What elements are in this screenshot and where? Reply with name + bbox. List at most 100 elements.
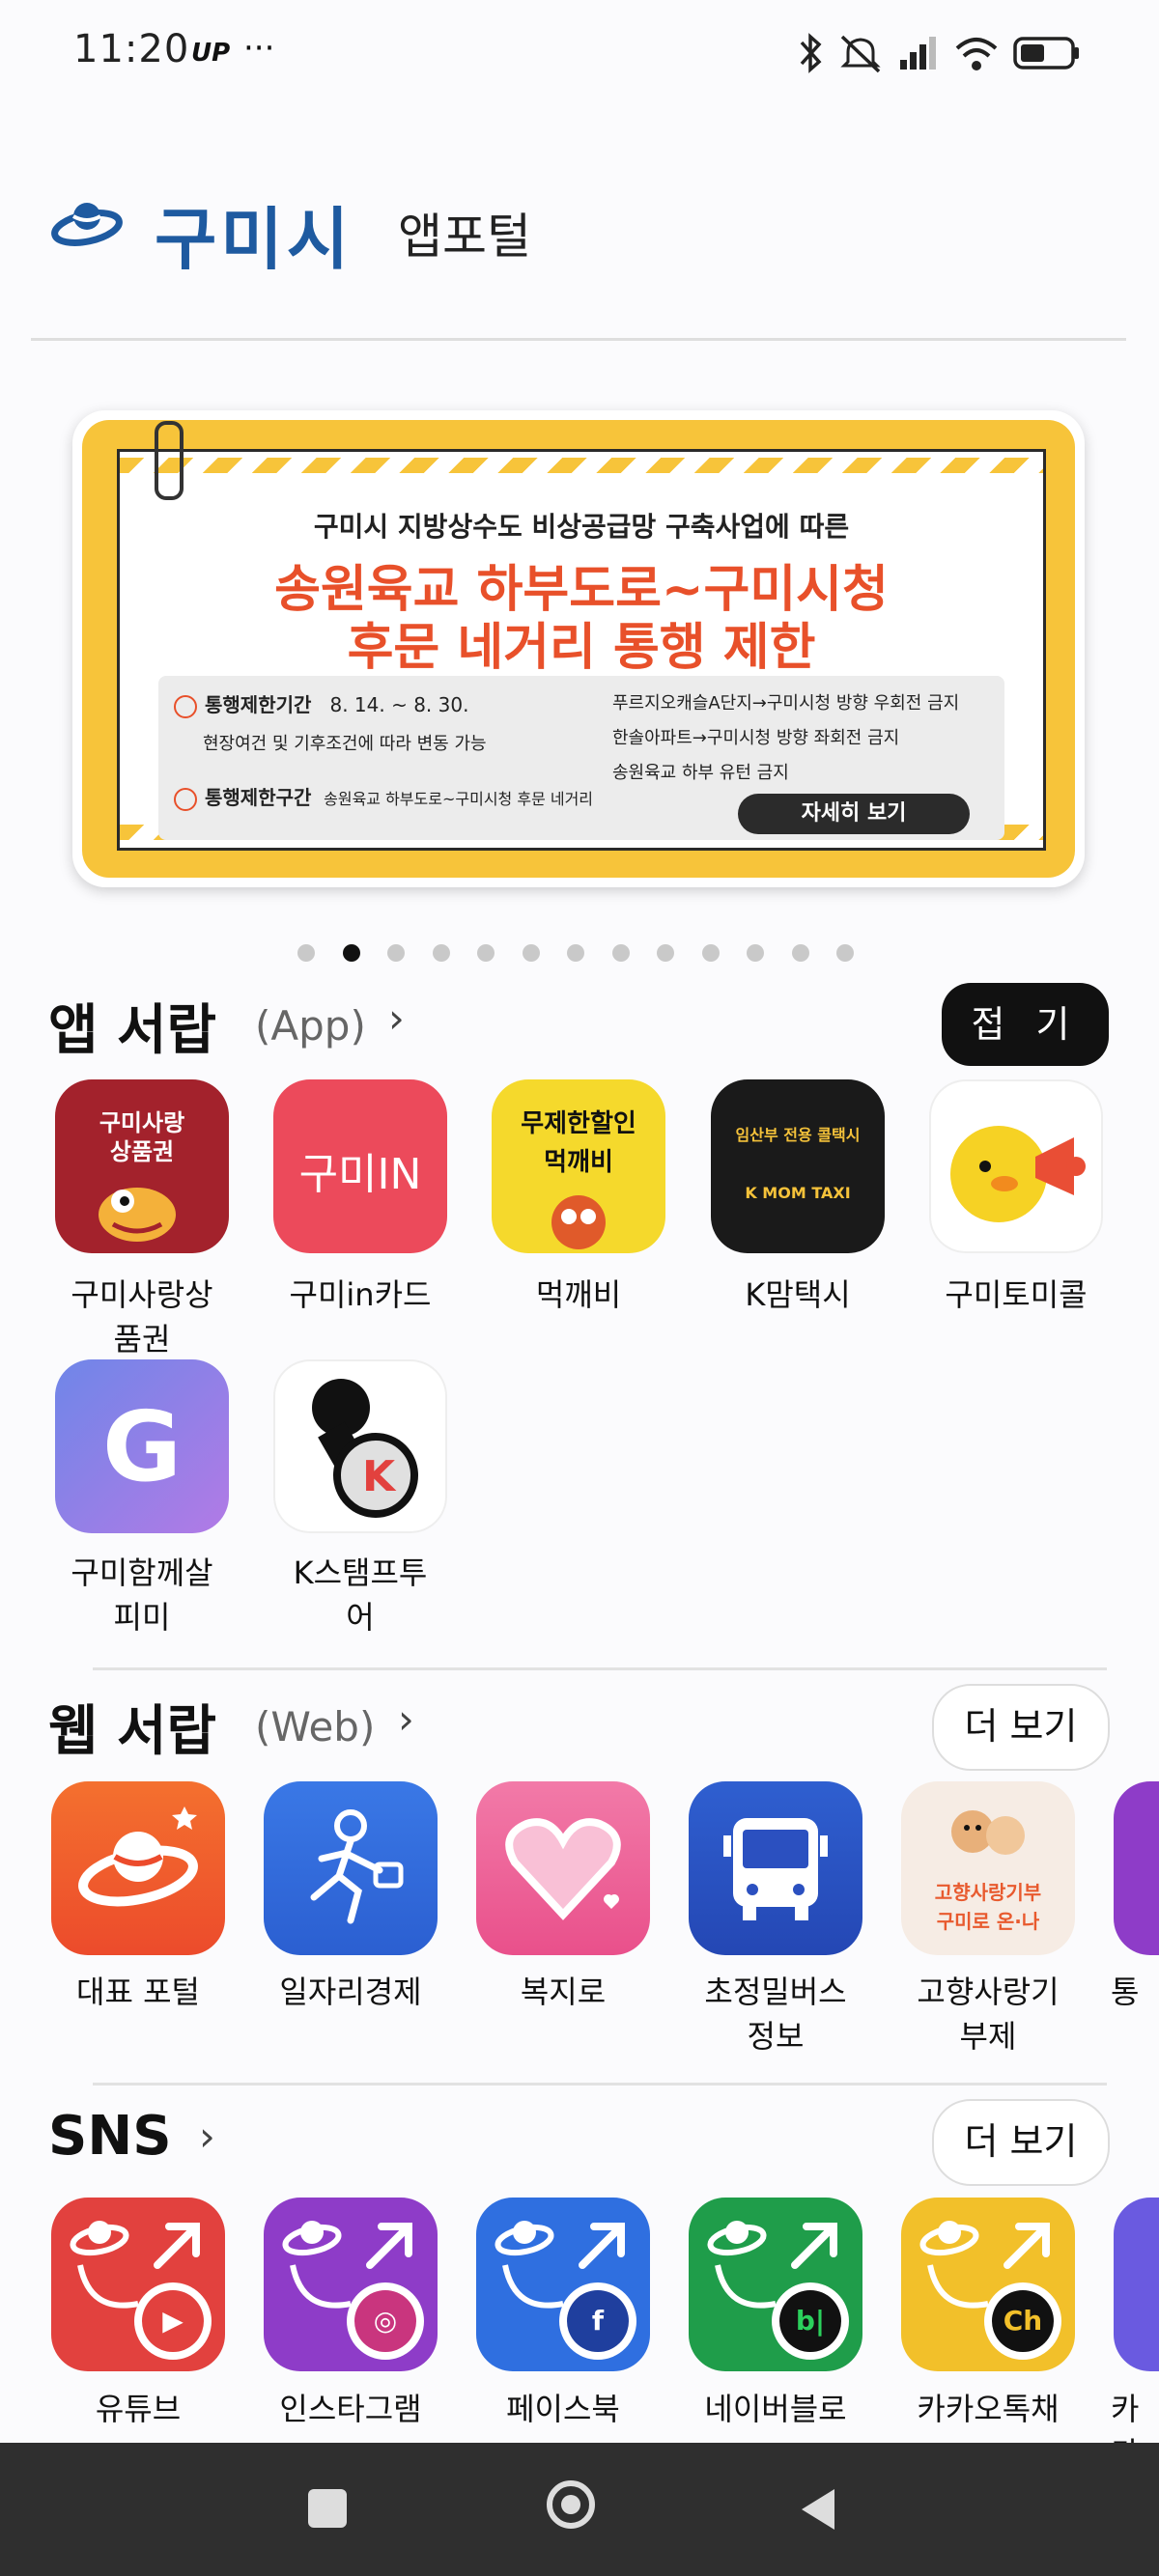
section-divider [93,1667,1107,1670]
app-section-chevron-icon[interactable]: › [388,994,405,1042]
sns-youtube-icon[interactable]: ▶ [51,2198,225,2371]
carousel-dot[interactable] [657,944,674,962]
carrier-badge: UP [191,39,231,68]
section-value: 송원육교 하부도로~구미시청 후문 네거리 [324,790,594,808]
sns-more-button[interactable]: 더 보기 [932,2099,1110,2186]
status-bar: 11:20 UP ··· [0,0,1159,106]
sns-facebook-icon[interactable]: f [476,2198,650,2371]
mute-icon [840,35,881,73]
sns-kakao-channel-icon[interactable]: Ch [901,2198,1075,2371]
system-navigation-bar [0,2443,1159,2576]
app-meokkaebi-icon[interactable]: 무제한할인 먹깨비 [492,1079,665,1253]
app-icon-text: G [101,1390,183,1503]
stamp-letter: K [362,1452,397,1501]
app-k-mom-taxi-icon[interactable]: 임산부 전용 콜택시 K MOM TAXI [711,1079,885,1253]
carousel-dot[interactable] [387,944,405,962]
web-label: 고향사랑기 부제 [917,1974,1060,2055]
sns-section-chevron-icon[interactable]: › [199,2113,215,2160]
running-person-icon [310,1809,404,1924]
banner-details-box: 통행제한기간 8. 14. ~ 8. 30. 현장여건 및 기후조건에 따라 변… [158,676,1004,840]
sns-label: 인스타그램 [279,2391,422,2427]
section-label: 통행제한구간 [205,786,312,809]
banner-line1: 구미시 지방상수도 비상공급망 구축사업에 따른 [313,511,850,543]
notice-banner[interactable]: 구미시 지방상수도 비상공급망 구축사업에 따른 송원육교 하부도로~구미시청 … [72,410,1085,887]
wifi-icon [955,38,998,70]
carousel-dot[interactable] [791,944,809,962]
web-hometown-donation-icon[interactable]: 고향사랑기부 구미로 온·나 [901,1781,1075,1955]
carousel-dot[interactable] [567,944,584,962]
web-main-portal-icon[interactable] [51,1781,225,1955]
web-label: 초정밀버스 정보 [704,1974,847,2055]
app-k-stamp-tour-icon[interactable]: K [273,1359,447,1533]
home-icon[interactable] [547,2480,595,2529]
header-divider [31,338,1126,341]
sns-instagram-icon[interactable]: ◎ [264,2198,438,2371]
web-label: 대표 포털 [76,1974,200,2010]
shortcut-arrow-icon [707,2221,849,2360]
app-gumi-together-icon[interactable]: G [55,1359,229,1533]
app-icon-text: 구미사랑 상품권 [99,1109,185,1165]
sns-section-title: SNS [48,2105,172,2168]
web-more-button[interactable]: 더 보기 [932,1684,1110,1771]
web-section-title: 웹 서랍 [48,1700,217,1763]
app-label: 구미토미콜 [945,1276,1088,1313]
carousel-dot[interactable] [432,944,450,962]
recents-icon[interactable] [308,2489,347,2528]
web-section-sub: (Web) [255,1703,376,1750]
web-bus-info-icon[interactable] [689,1781,862,1955]
carousel-dot[interactable] [611,944,630,962]
bear-characters-icon [951,1810,1025,1855]
app-icon-text: 구미IN [298,1150,422,1199]
app-section-title: 앱 서랍 [48,999,217,1062]
app-label: K스탬프투 어 [293,1554,428,1636]
web-label: 통 [1111,1974,1140,2010]
check-icon [174,787,197,811]
chick-megaphone-icon [950,1126,1086,1222]
collapse-button[interactable]: 접 기 [942,983,1109,1066]
app-gumi-tomi-call-icon[interactable] [929,1079,1103,1253]
shortcut-arrow-icon [282,2221,424,2360]
sns-label: 카카오톡채 [917,2391,1060,2427]
web-jobs-economy-icon[interactable] [264,1781,438,1955]
bluetooth-icon [800,33,822,73]
sns-partial-icon[interactable] [1114,2198,1159,2371]
carousel-dot[interactable] [342,944,360,962]
web-partial-icon[interactable] [1114,1781,1159,1955]
back-icon[interactable] [796,2485,838,2534]
battery-icon [1013,37,1079,70]
period-label: 통행제한기간 [205,693,312,716]
carousel-dot[interactable] [747,944,764,962]
web-welfare-icon[interactable] [476,1781,650,1955]
portal-logo-icon [78,1806,198,1907]
banner-headline-2: 후문 네거리 통행 제한 [347,619,816,677]
carousel-dot[interactable] [297,944,315,962]
banner-paper: 구미시 지방상수도 비상공급망 구축사업에 따른 송원육교 하부도로~구미시청 … [117,449,1046,851]
sns-label: 네이버블로 [704,2391,847,2427]
stamp-icon: K [312,1379,418,1518]
app-gumi-gift-card-icon[interactable]: 구미사랑 상품권 [55,1079,229,1253]
carousel-dot[interactable] [701,944,720,962]
bus-icon [723,1818,828,1920]
sns-badge-glyph: b| [795,2305,826,2337]
period-row: 통행제한기간 8. 14. ~ 8. 30. [174,689,468,718]
turtle-mascot-icon [99,1188,176,1242]
carousel-dot[interactable] [836,944,854,962]
app-gumi-in-card-icon[interactable]: 구미IN [273,1079,447,1253]
section-divider [93,2083,1107,2086]
sns-naver-blog-icon[interactable]: b| [689,2198,862,2371]
details-button[interactable]: 자세히 보기 [738,794,970,834]
sns-badge-glyph: ▶ [162,2305,184,2337]
app-icon-text: 무제한할인 먹깨비 [521,1109,636,1177]
page-subtitle: 앱포털 [398,209,531,265]
signal-icon [900,37,936,70]
web-section-chevron-icon[interactable]: › [398,1695,414,1743]
period-note: 현장여건 및 기후조건에 따라 변동 가능 [203,734,487,754]
carousel-dot[interactable] [477,944,495,962]
status-time: 11:20 [73,27,190,71]
app-section-sub: (App) [255,1002,366,1050]
carousel-dot[interactable] [522,944,540,962]
app-label: K맘택시 [745,1276,851,1313]
restriction-3: 송원육교 하부 유턴 금지 [612,763,789,783]
web-label: 복지로 [520,1974,607,2010]
gumi-logo-icon [51,203,123,246]
